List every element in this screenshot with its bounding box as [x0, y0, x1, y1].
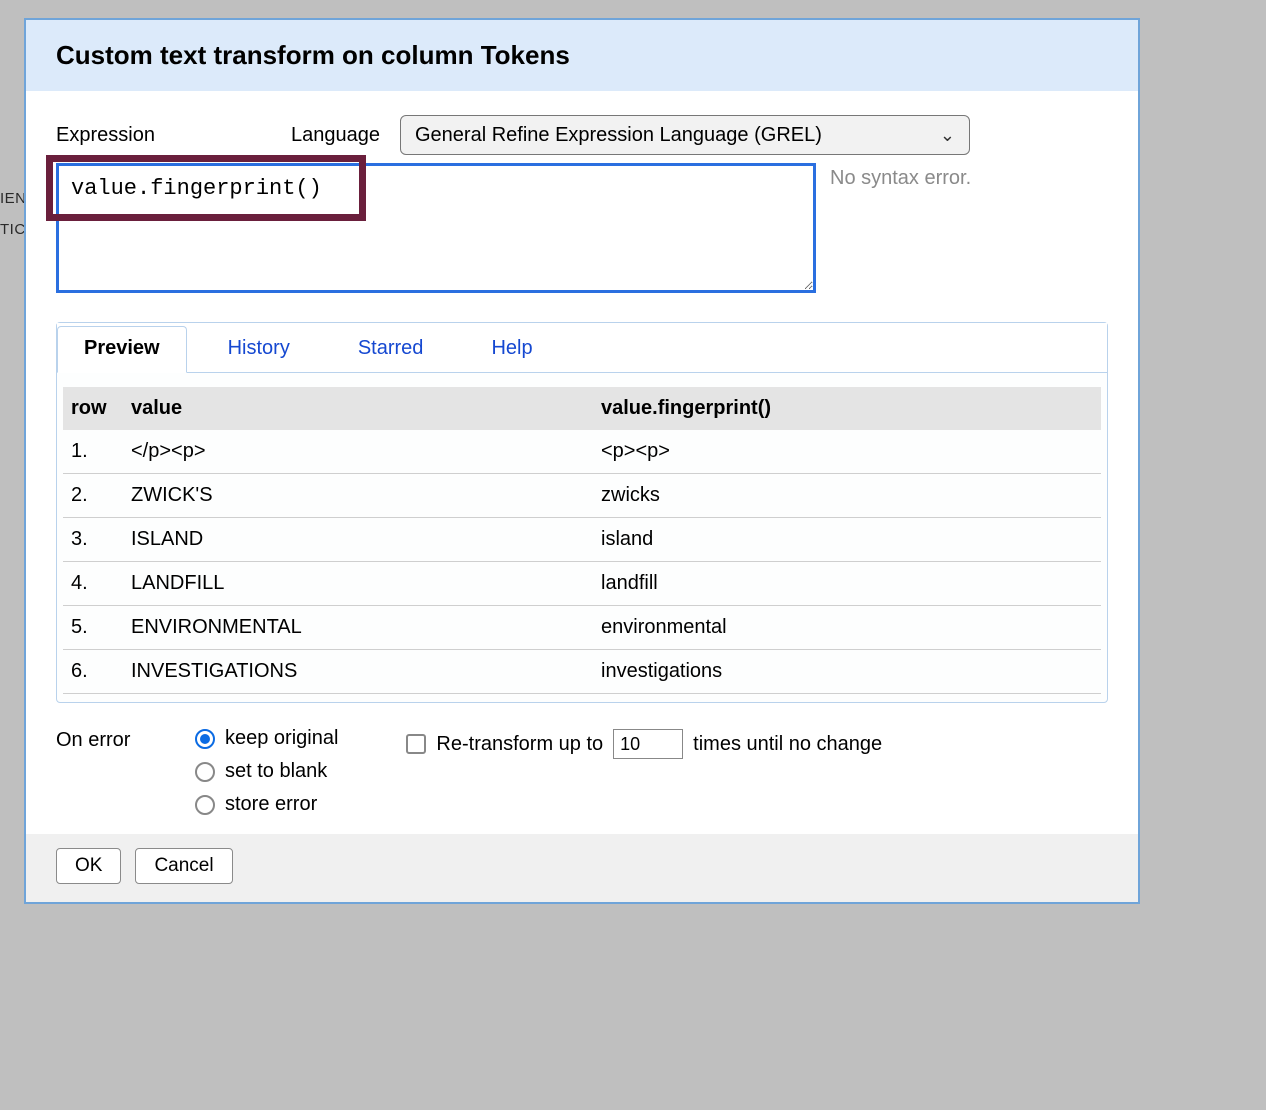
cell-value: ZWICK'S — [123, 474, 593, 518]
language-select-value: General Refine Expression Language (GREL… — [415, 124, 822, 147]
cell-result: investigations — [593, 650, 1101, 694]
cell-result: island — [593, 518, 1101, 562]
radio-keep-original[interactable] — [195, 729, 215, 749]
tab-preview[interactable]: Preview — [57, 326, 187, 373]
radio-set-blank-label: set to blank — [225, 760, 327, 783]
table-row: 3.ISLANDisland — [63, 518, 1101, 562]
retransform-label-pre: Re-transform up to — [436, 733, 603, 756]
cell-row: 1. — [63, 430, 123, 474]
tab-bar: Preview History Starred Help — [57, 323, 1107, 373]
tab-history[interactable]: History — [201, 326, 317, 373]
cell-result: landfill — [593, 562, 1101, 606]
table-row: 2.ZWICK'Szwicks — [63, 474, 1101, 518]
syntax-status: No syntax error. — [830, 163, 971, 298]
table-row: 4.LANDFILLlandfill — [63, 562, 1101, 606]
tab-help[interactable]: Help — [464, 326, 559, 373]
onerror-radio-group: keep original set to blank store error — [195, 727, 338, 816]
transform-dialog: Custom text transform on column Tokens E… — [24, 18, 1140, 904]
cell-row: 5. — [63, 606, 123, 650]
results-panel: Preview History Starred Help row value v… — [56, 322, 1108, 703]
language-select[interactable]: General Refine Expression Language (GREL… — [400, 115, 970, 155]
expression-label: Expression — [56, 124, 281, 147]
dialog-footer: OK Cancel — [26, 834, 1138, 902]
tab-starred[interactable]: Starred — [331, 326, 451, 373]
dialog-title: Custom text transform on column Tokens — [26, 20, 1138, 91]
expression-input[interactable] — [56, 163, 816, 293]
col-value: value — [123, 387, 593, 430]
cell-value: ISLAND — [123, 518, 593, 562]
cell-value: LANDFILL — [123, 562, 593, 606]
col-row: row — [63, 387, 123, 430]
cell-row: 6. — [63, 650, 123, 694]
table-row: 6.INVESTIGATIONSinvestigations — [63, 650, 1101, 694]
cell-value: INVESTIGATIONS — [123, 650, 593, 694]
cell-row: 3. — [63, 518, 123, 562]
chevron-down-icon: ⌄ — [940, 125, 955, 146]
cell-value: </p><p> — [123, 430, 593, 474]
radio-store-error[interactable] — [195, 795, 215, 815]
table-row: 1.</p><p><p><p> — [63, 430, 1101, 474]
language-label: Language — [291, 124, 380, 147]
retransform-count-input[interactable] — [613, 729, 683, 759]
cancel-button[interactable]: Cancel — [135, 848, 232, 884]
onerror-label: On error — [56, 727, 171, 752]
radio-keep-original-label: keep original — [225, 727, 338, 750]
ok-button[interactable]: OK — [56, 848, 121, 884]
cell-result: <p><p> — [593, 430, 1101, 474]
background-text: IEN TIC — [0, 190, 27, 252]
cell-row: 4. — [63, 562, 123, 606]
preview-table: row value value.fingerprint() 1.</p><p><… — [63, 387, 1101, 694]
retransform-label-post: times until no change — [693, 733, 882, 756]
cell-row: 2. — [63, 474, 123, 518]
radio-store-error-label: store error — [225, 793, 317, 816]
radio-set-blank[interactable] — [195, 762, 215, 782]
retransform-checkbox[interactable] — [406, 734, 426, 754]
cell-result: environmental — [593, 606, 1101, 650]
col-result: value.fingerprint() — [593, 387, 1101, 430]
cell-result: zwicks — [593, 474, 1101, 518]
cell-value: ENVIRONMENTAL — [123, 606, 593, 650]
table-row: 5.ENVIRONMENTALenvironmental — [63, 606, 1101, 650]
